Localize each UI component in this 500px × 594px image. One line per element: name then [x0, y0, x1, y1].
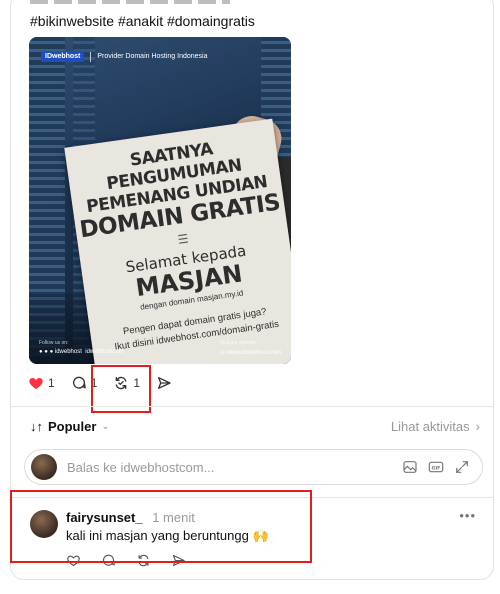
divider: [11, 406, 493, 407]
sort-label: Populer: [48, 419, 97, 434]
social-handle: idwebhost: [54, 349, 82, 355]
cut-off-text: [30, 0, 230, 5]
newspaper: SAATNYA PENGUMUMAN PEMENANG UNDIAN DOMAI…: [64, 118, 291, 364]
sort-row: ↓↑ Populer ⌄ Lihat aktivitas ›: [30, 419, 480, 434]
sort-dropdown[interactable]: ↓↑ Populer ⌄: [30, 419, 110, 434]
like-count: 1: [48, 376, 55, 390]
comment-icon: [72, 376, 86, 389]
svg-text:GIF: GIF: [432, 465, 441, 471]
reply-input[interactable]: Balas ke idwebhostcom...: [67, 460, 402, 475]
gif-icon[interactable]: GIF: [428, 459, 444, 475]
post-image[interactable]: IDwebhost Provider Domain Hosting Indone…: [29, 37, 291, 364]
image-brand-bar: IDwebhost Provider Domain Hosting Indone…: [41, 51, 208, 62]
reply-input-box[interactable]: Balas ke idwebhostcom... GIF: [24, 449, 483, 485]
heart-icon: [29, 378, 43, 389]
more-icon[interactable]: •••: [459, 508, 476, 523]
chevron-right-icon: ›: [475, 419, 480, 434]
social-site: idwebhostcom: [85, 349, 124, 355]
share-icon: [158, 377, 171, 389]
brand-separator: [90, 51, 92, 62]
website-text: www.idwebhost.com: [226, 350, 281, 356]
brand-tagline: Provider Domain Hosting Indonesia: [97, 53, 208, 60]
activity-link[interactable]: Lihat aktivitas ›: [391, 419, 480, 434]
brand-logo: IDwebhost: [41, 51, 85, 62]
share-button[interactable]: [156, 375, 172, 391]
post-hashtags[interactable]: #bikinwebsite #anakit #domaingratis: [30, 13, 255, 29]
visit-label: Visit our website:: [219, 340, 258, 346]
avatar: [31, 454, 57, 480]
like-button[interactable]: 1: [28, 375, 55, 391]
chevron-down-icon: ⌄: [101, 421, 110, 432]
image-icon[interactable]: [402, 459, 418, 475]
reply-tools: GIF: [402, 459, 470, 475]
sort-order-icon: ↓↑: [30, 419, 43, 434]
follow-label: Follow us on:: [39, 340, 69, 346]
image-footer: Follow us on: ● ● ● idwebhost idwebhostc…: [39, 340, 281, 356]
highlight-comment: [10, 490, 312, 563]
activity-link-label: Lihat aktivitas: [390, 419, 470, 434]
expand-icon[interactable]: [454, 459, 470, 475]
